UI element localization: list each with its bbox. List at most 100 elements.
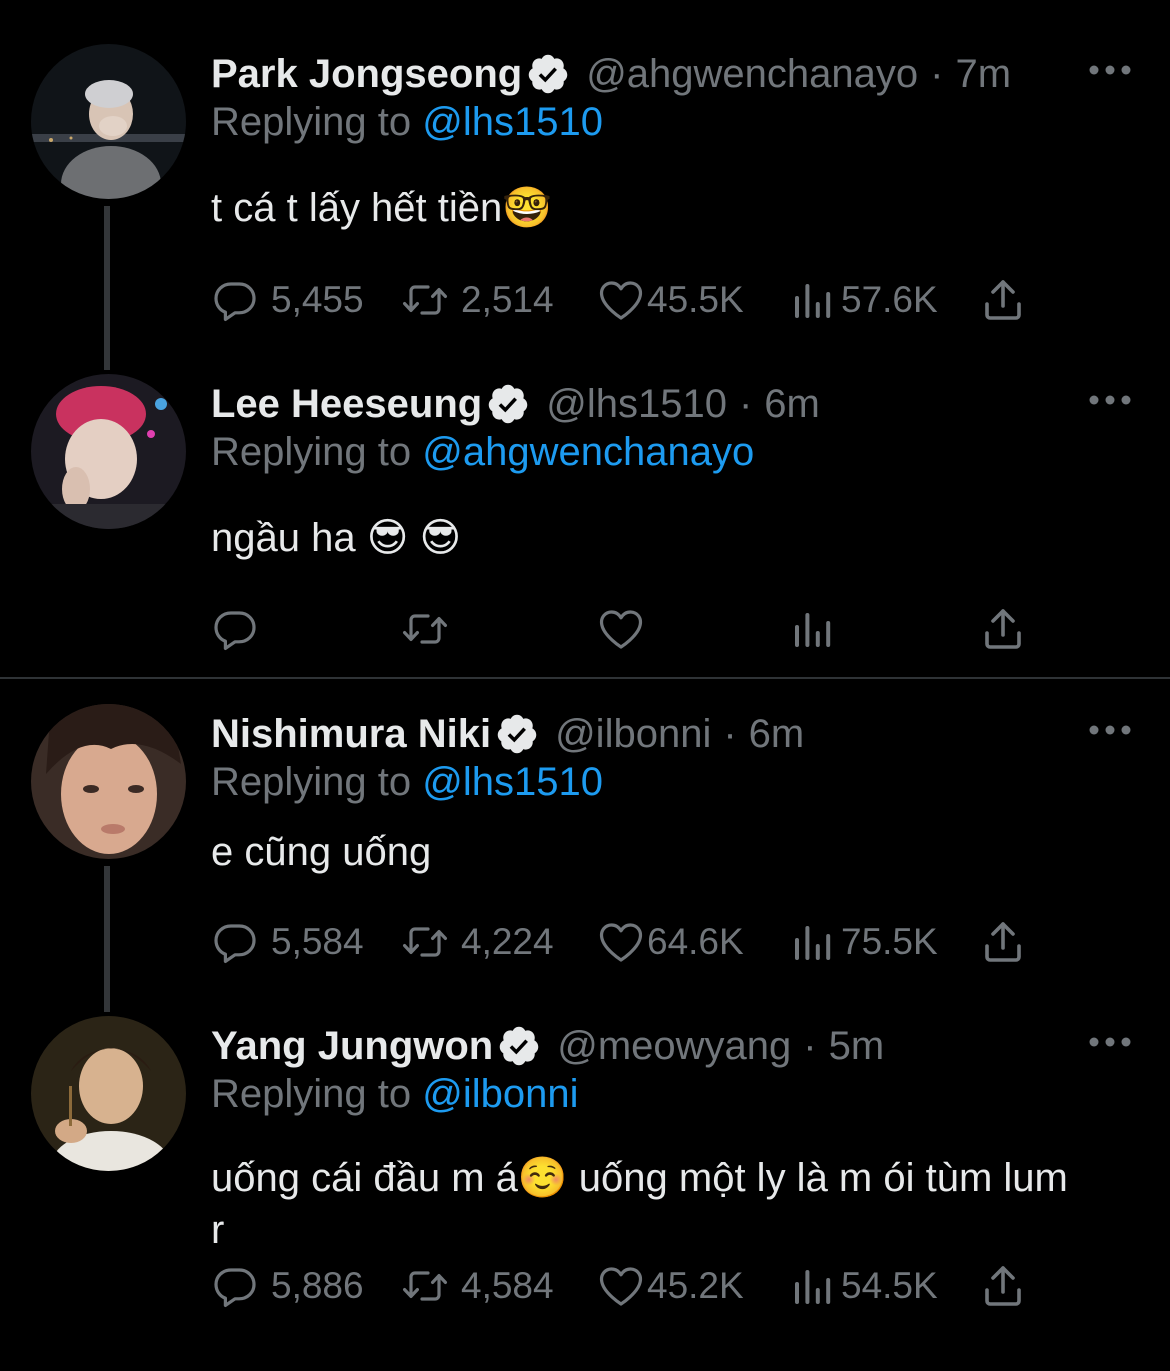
retweet-button[interactable]: 2,514 bbox=[401, 275, 554, 325]
separator-dot: · bbox=[930, 51, 944, 96]
share-icon bbox=[979, 605, 1027, 653]
retweet-count: 4,584 bbox=[461, 1265, 554, 1306]
views-count: 57.6K bbox=[841, 279, 938, 320]
views-icon bbox=[789, 276, 837, 324]
reply-count: 5,584 bbox=[271, 921, 364, 962]
views-button[interactable]: 54.5K bbox=[789, 1261, 938, 1311]
tweet-park-jongseong[interactable]: Park Jongseong @ahgwenchanayo · 7m Reply… bbox=[0, 44, 1170, 334]
like-count: 45.2K bbox=[647, 1265, 744, 1306]
like-count: 45.5K bbox=[647, 279, 744, 320]
tweet-header: Yang Jungwon @meowyang · 5m bbox=[211, 1022, 884, 1070]
verified-icon bbox=[486, 382, 530, 426]
replying-to: Replying to @lhs1510 bbox=[211, 760, 603, 805]
tweet-nishimura-niki[interactable]: Nishimura Niki @ilbonni · 6m Replying to… bbox=[0, 704, 1170, 994]
reply-icon bbox=[211, 605, 259, 653]
tweet-header: Lee Heeseung @lhs1510 · 6m bbox=[211, 380, 820, 428]
avatar[interactable] bbox=[31, 44, 186, 199]
timestamp[interactable]: 6m bbox=[749, 712, 805, 757]
tweet-yang-jungwon[interactable]: Yang Jungwon @meowyang · 5m Replying to … bbox=[0, 1016, 1170, 1356]
replying-mention[interactable]: @lhs1510 bbox=[422, 100, 603, 144]
reply-button[interactable]: 5,584 bbox=[211, 917, 364, 967]
retweet-icon bbox=[401, 918, 449, 966]
tweet-text: t cá t lấy hết tiền🤓 bbox=[211, 186, 553, 230]
replying-mention[interactable]: @ilbonni bbox=[422, 1072, 578, 1116]
tweet-text: e cũng uống bbox=[211, 830, 432, 874]
share-icon bbox=[979, 276, 1027, 324]
reply-button[interactable]: 5,886 bbox=[211, 1261, 364, 1311]
share-button[interactable] bbox=[979, 275, 1027, 325]
verified-icon bbox=[495, 712, 539, 756]
avatar[interactable] bbox=[31, 1016, 186, 1171]
avatar[interactable] bbox=[31, 704, 186, 859]
verified-icon bbox=[526, 52, 570, 96]
more-icon[interactable] bbox=[1088, 394, 1132, 406]
views-button[interactable]: 57.6K bbox=[789, 275, 938, 325]
share-button[interactable] bbox=[979, 1261, 1027, 1311]
replying-prefix: Replying to bbox=[211, 1072, 423, 1116]
separator-dot: · bbox=[738, 381, 753, 426]
views-button[interactable]: 75.5K bbox=[789, 917, 938, 967]
replying-mention[interactable]: @ahgwenchanayo bbox=[422, 430, 754, 474]
views-button[interactable] bbox=[789, 604, 849, 654]
display-name[interactable]: Yang Jungwon bbox=[211, 1024, 493, 1069]
retweet-count: 2,514 bbox=[461, 279, 554, 320]
separator-dot: · bbox=[723, 711, 737, 756]
retweet-icon bbox=[401, 1262, 449, 1310]
timestamp[interactable]: 5m bbox=[829, 1024, 885, 1069]
avatar[interactable] bbox=[31, 374, 186, 529]
timestamp[interactable]: 7m bbox=[955, 52, 1011, 97]
tweet-header: Park Jongseong @ahgwenchanayo · 7m bbox=[211, 50, 1011, 98]
more-icon[interactable] bbox=[1088, 724, 1132, 736]
like-count: 64.6K bbox=[647, 921, 744, 962]
retweet-count: 4,224 bbox=[461, 921, 554, 962]
share-icon bbox=[979, 1262, 1027, 1310]
more-icon[interactable] bbox=[1088, 64, 1132, 76]
replying-prefix: Replying to bbox=[211, 760, 423, 804]
like-button[interactable]: 64.6K bbox=[597, 917, 744, 967]
tweet-lee-heeseung[interactable]: Lee Heeseung @lhs1510 · 6m Replying to @… bbox=[0, 374, 1170, 664]
reply-icon bbox=[211, 1262, 259, 1310]
replying-to: Replying to @ahgwenchanayo bbox=[211, 430, 754, 475]
views-icon bbox=[789, 1262, 837, 1310]
user-handle[interactable]: @ahgwenchanayo bbox=[586, 52, 918, 97]
reply-icon bbox=[211, 276, 259, 324]
user-handle[interactable]: @ilbonni bbox=[555, 712, 711, 757]
verified-icon bbox=[497, 1024, 541, 1068]
like-button[interactable]: 45.5K bbox=[597, 275, 744, 325]
reply-count: 5,886 bbox=[271, 1265, 364, 1306]
retweet-button[interactable]: 4,224 bbox=[401, 917, 554, 967]
retweet-button[interactable]: 4,584 bbox=[401, 1261, 554, 1311]
retweet-button[interactable] bbox=[401, 604, 461, 654]
heart-icon bbox=[597, 605, 645, 653]
heart-icon bbox=[597, 918, 645, 966]
replying-to: Replying to @lhs1510 bbox=[211, 100, 603, 145]
replying-mention[interactable]: @lhs1510 bbox=[422, 760, 603, 804]
like-button[interactable] bbox=[597, 604, 657, 654]
reply-count: 5,455 bbox=[271, 279, 364, 320]
action-bar: 5,584 4,224 64.6K 75.5K bbox=[211, 917, 1061, 967]
reply-button[interactable] bbox=[211, 604, 271, 654]
replying-prefix: Replying to bbox=[211, 100, 423, 144]
heart-icon bbox=[597, 1262, 645, 1310]
tweet-header: Nishimura Niki @ilbonni · 6m bbox=[211, 710, 804, 758]
display-name[interactable]: Park Jongseong bbox=[211, 52, 522, 97]
views-count: 75.5K bbox=[841, 921, 938, 962]
separator-dot: · bbox=[803, 1023, 817, 1068]
user-handle[interactable]: @meowyang bbox=[557, 1024, 791, 1069]
display-name[interactable]: Lee Heeseung bbox=[211, 382, 482, 427]
tweet-text: ngầu ha 😎 😎 bbox=[211, 516, 462, 560]
timestamp[interactable]: 6m bbox=[764, 382, 820, 427]
retweet-icon bbox=[401, 605, 449, 653]
thread-divider bbox=[0, 677, 1170, 679]
action-bar bbox=[211, 604, 1061, 654]
more-icon[interactable] bbox=[1088, 1036, 1132, 1048]
views-icon bbox=[789, 605, 837, 653]
like-button[interactable]: 45.2K bbox=[597, 1261, 744, 1311]
user-handle[interactable]: @lhs1510 bbox=[546, 382, 727, 427]
tweet-text: uống cái đầu m á☺️ uống một ly là m ói t… bbox=[211, 1156, 1068, 1252]
display-name[interactable]: Nishimura Niki bbox=[211, 712, 491, 757]
retweet-icon bbox=[401, 276, 449, 324]
reply-button[interactable]: 5,455 bbox=[211, 275, 364, 325]
share-button[interactable] bbox=[979, 917, 1027, 967]
share-button[interactable] bbox=[979, 604, 1027, 654]
